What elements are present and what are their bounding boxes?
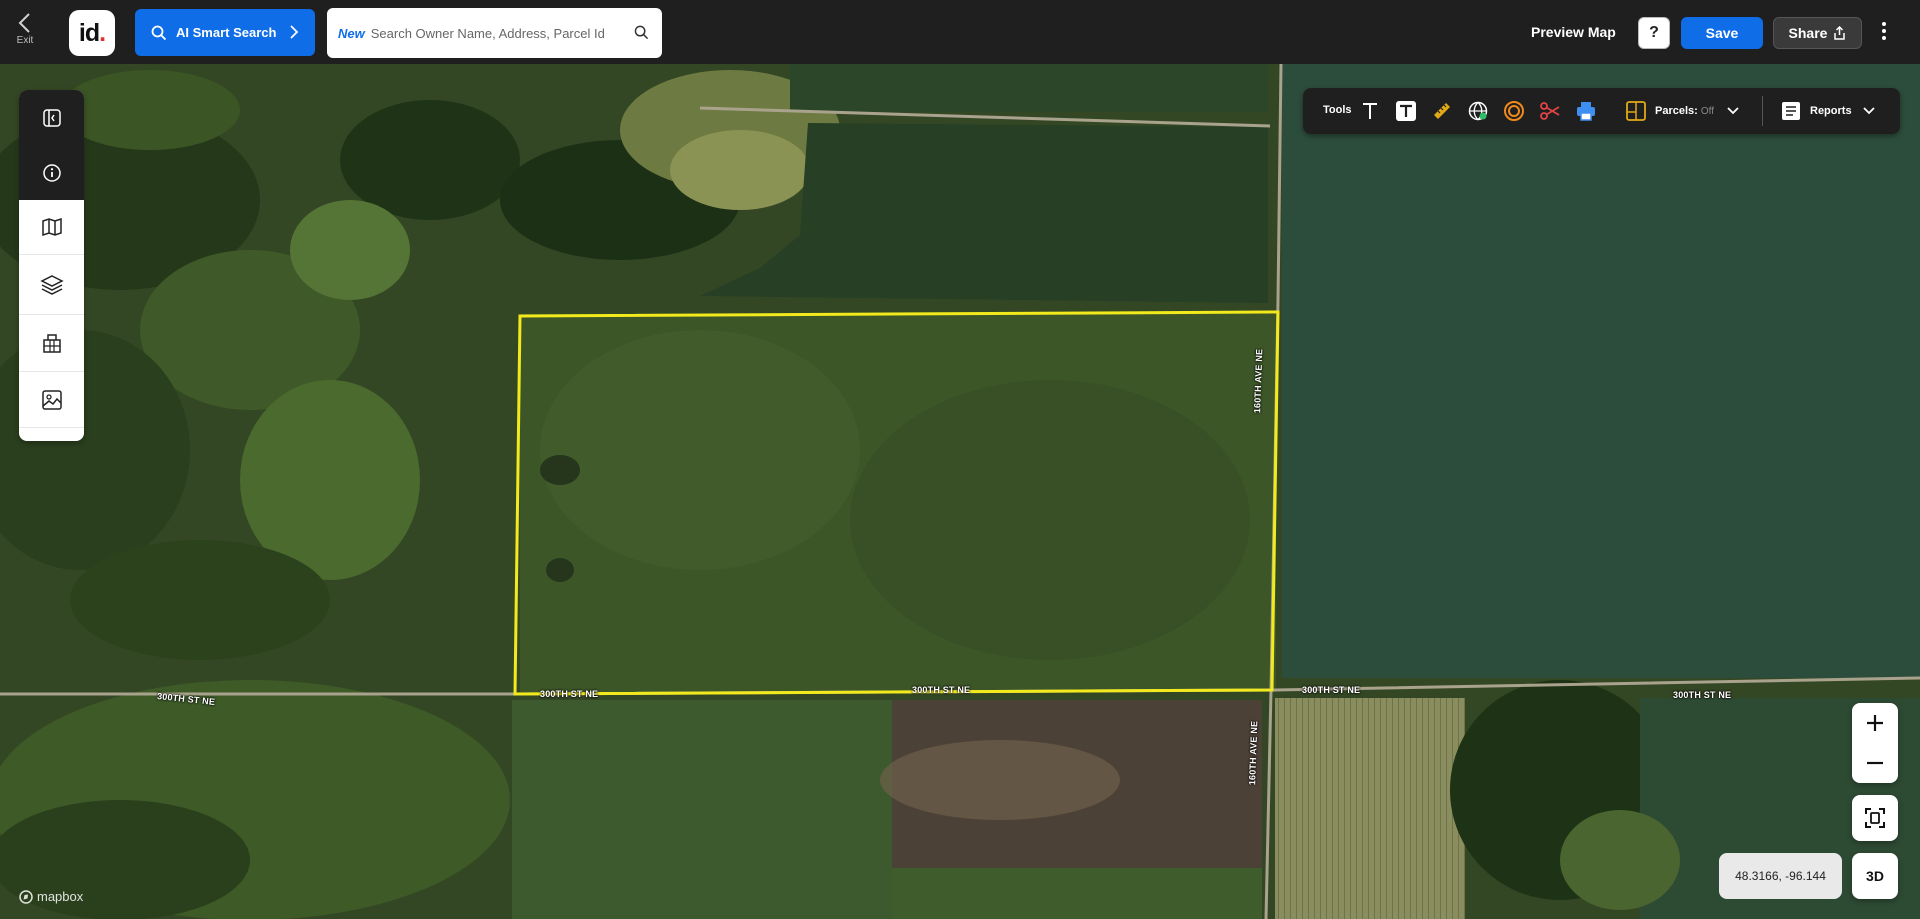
coordinates-readout: 48.3166, -96.144 (1719, 853, 1842, 899)
share-button[interactable]: Share (1773, 17, 1862, 49)
share-icon (1834, 26, 1846, 40)
scissors-icon (1540, 102, 1560, 120)
print-tool-button[interactable] (1573, 98, 1599, 124)
logo-dot: . (99, 18, 106, 47)
sidebar-item-map[interactable] (19, 200, 84, 255)
map-canvas[interactable]: 300TH ST NE 300TH ST NE 300TH ST NE 300T… (0, 64, 1920, 919)
save-button[interactable]: Save (1681, 17, 1763, 49)
sidebar-item-buildings[interactable] (19, 315, 84, 372)
print-icon (1577, 102, 1595, 121)
chevron-right-icon (290, 25, 299, 39)
layers-icon (39, 274, 64, 295)
zoom-controls (1852, 703, 1898, 783)
plus-icon (1867, 715, 1883, 731)
road-label-300th-parcel-mid: 300TH ST NE (912, 685, 971, 695)
parcels-value: Off (1700, 105, 1714, 117)
preview-map-button[interactable]: Preview Map (1531, 24, 1616, 40)
tools-bar: Tools Parcels: Off Reports (1303, 88, 1900, 134)
focus-frame-icon (1865, 808, 1885, 828)
text-tool-icon (1363, 103, 1377, 119)
search-icon (151, 25, 167, 40)
search-icon[interactable] (634, 25, 649, 40)
road-label-300th-parcel-left: 300TH ST NE (540, 689, 599, 699)
info-icon (42, 163, 61, 182)
reports-label: Reports (1810, 105, 1852, 117)
image-icon (41, 389, 62, 410)
search-box[interactable]: New (327, 8, 662, 58)
mapbox-logo-icon (19, 889, 33, 904)
exit-label: Exit (16, 35, 34, 46)
fit-bounds-button[interactable] (1852, 795, 1898, 841)
share-label: Share (1788, 25, 1828, 41)
zoom-out-button[interactable] (1852, 743, 1898, 783)
sidebar-item-info[interactable] (19, 145, 84, 200)
sidebar-item-layers[interactable] (19, 255, 84, 315)
mapbox-label: mapbox (37, 889, 84, 904)
ruler-icon (1434, 103, 1450, 119)
logo-text: id (78, 18, 100, 47)
help-button[interactable]: ? (1638, 17, 1670, 49)
tools-label: Tools (1323, 104, 1352, 116)
satellite-imagery (0, 64, 1920, 919)
chevron-left-icon (18, 13, 30, 33)
search-new-badge: New (338, 25, 365, 41)
chevron-down-icon (1727, 107, 1739, 115)
mapbox-attribution[interactable]: mapbox (19, 889, 83, 904)
text-box-tool-button[interactable] (1393, 98, 1419, 124)
radius-tool-button[interactable] (1501, 98, 1527, 124)
ai-smart-search-button[interactable]: AI Smart Search (135, 9, 315, 56)
top-bar: Exit id. AI Smart Search New Preview Map… (0, 0, 1920, 64)
buildings-icon (42, 334, 61, 353)
road-label-300th-east2: 300TH ST NE (1673, 690, 1732, 700)
chevron-down-icon (1862, 107, 1875, 115)
more-menu-icon[interactable] (1878, 22, 1890, 44)
parcels-icon (1626, 101, 1646, 121)
left-sidebar (19, 90, 84, 441)
text-box-tool-icon (1396, 101, 1416, 121)
exit-button[interactable]: Exit (8, 12, 42, 54)
logo[interactable]: id. (69, 10, 115, 56)
radius-icon (1504, 101, 1524, 121)
3d-toggle-button[interactable]: 3D (1852, 853, 1898, 899)
reports-icon (1782, 102, 1800, 120)
split-tool-button[interactable] (1537, 98, 1563, 124)
sidebar-item-imagery[interactable] (19, 372, 84, 428)
reports-dropdown[interactable]: Reports (1781, 97, 1876, 125)
tools-divider (1762, 96, 1763, 126)
globe-measure-button[interactable] (1465, 98, 1491, 124)
minus-icon (1867, 761, 1883, 765)
zoom-in-button[interactable] (1852, 703, 1898, 743)
globe-measure-icon (1468, 101, 1488, 121)
sidebar-panel-toggle[interactable] (19, 90, 84, 145)
ai-smart-search-label: AI Smart Search (176, 25, 277, 40)
search-input[interactable] (370, 25, 626, 41)
map-icon (41, 217, 62, 237)
parcels-toggle[interactable]: Parcels: Off (1625, 97, 1740, 125)
parcels-label: Parcels: (1655, 105, 1698, 117)
road-label-300th-east1: 300TH ST NE (1302, 685, 1361, 695)
ruler-tool-button[interactable] (1429, 98, 1455, 124)
text-tool-button[interactable] (1357, 98, 1383, 124)
panel-toggle-icon (42, 108, 61, 127)
